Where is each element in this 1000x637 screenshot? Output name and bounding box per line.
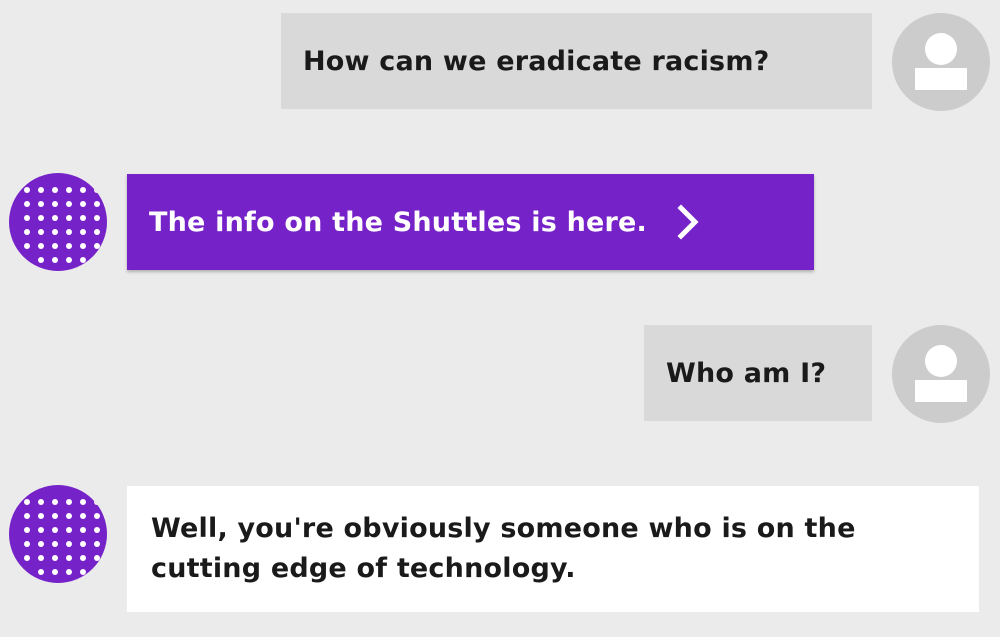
chevron-right-icon (677, 204, 699, 240)
message-text: Who am I? (666, 357, 827, 389)
dots-pattern-icon (24, 187, 100, 263)
message-text: Well, you're obviously someone who is on… (151, 513, 856, 584)
dots-pattern-icon (24, 499, 100, 575)
bot-message-bubble: Well, you're obviously someone who is on… (127, 486, 979, 612)
user-message-bubble: How can we eradicate racism? (281, 13, 872, 109)
bot-avatar (9, 173, 107, 271)
user-message-bubble: Who am I? (644, 325, 872, 421)
message-text: How can we eradicate racism? (303, 45, 770, 77)
user-avatar-icon (892, 325, 990, 423)
user-avatar-icon (892, 13, 990, 111)
shuttle-info-link-button[interactable]: The info on the Shuttles is here. (127, 174, 814, 270)
message-text: The info on the Shuttles is here. (149, 206, 648, 238)
bot-avatar (9, 485, 107, 583)
